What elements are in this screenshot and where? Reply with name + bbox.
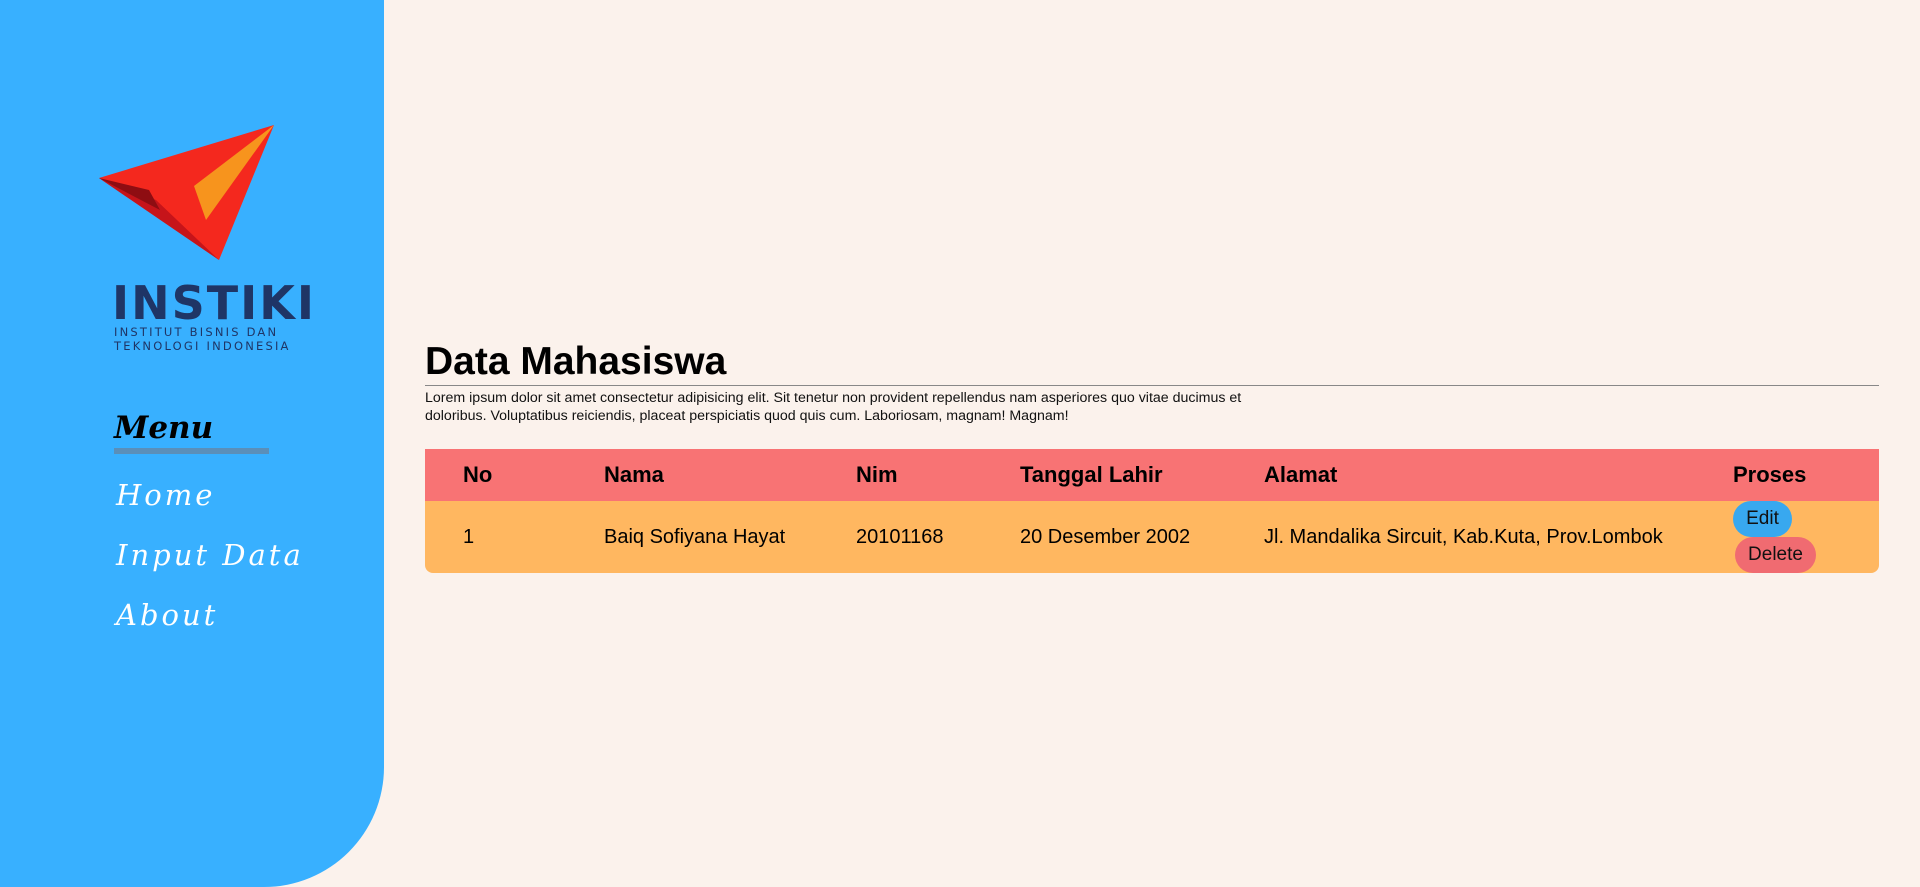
edit-button[interactable]: Edit <box>1733 501 1792 537</box>
cell-no: 1 <box>425 501 604 573</box>
menu-underline <box>114 448 269 454</box>
logo-subtitle-line2: TEKNOLOGI INDONESIA <box>114 339 291 353</box>
cell-alamat: Jl. Mandalika Sircuit, Kab.Kuta, Prov.Lo… <box>1264 501 1733 573</box>
instiki-logo: INSTIKI INSTITUT BISNIS DAN TEKNOLOGI IN… <box>94 120 314 360</box>
mahasiswa-table: No Nama Nim Tanggal Lahir Alamat Proses … <box>425 449 1879 573</box>
sidebar: INSTIKI INSTITUT BISNIS DAN TEKNOLOGI IN… <box>0 0 384 887</box>
title-divider <box>425 385 1879 386</box>
cell-tanggal-lahir: 20 Desember 2002 <box>1020 501 1264 573</box>
menu-heading: Menu <box>114 410 214 446</box>
cell-nim: 20101168 <box>856 501 1020 573</box>
logo-wordmark: INSTIKI <box>112 276 316 330</box>
logo-subtitle: INSTITUT BISNIS DAN TEKNOLOGI INDONESIA <box>114 325 304 353</box>
table-header-row: No Nama Nim Tanggal Lahir Alamat Proses <box>425 449 1879 501</box>
logo-subtitle-line1: INSTITUT BISNIS DAN <box>114 325 279 339</box>
page-title: Data Mahasiswa <box>425 340 727 383</box>
column-header-nama: Nama <box>604 449 856 501</box>
nav-item-home[interactable]: Home <box>116 478 215 512</box>
nav-item-about[interactable]: About <box>116 598 218 632</box>
column-header-nim: Nim <box>856 449 1020 501</box>
nav-item-input-data[interactable]: Input Data <box>116 538 304 572</box>
table-row: 1 Baiq Sofiyana Hayat 20101168 20 Desemb… <box>425 501 1879 573</box>
column-header-tanggal-lahir: Tanggal Lahir <box>1020 449 1264 501</box>
cell-proses: Edit Delete <box>1733 501 1879 573</box>
cell-nama: Baiq Sofiyana Hayat <box>604 501 856 573</box>
delete-button[interactable]: Delete <box>1735 537 1816 573</box>
column-header-no: No <box>425 449 604 501</box>
column-header-proses: Proses <box>1733 449 1879 501</box>
page-description: Lorem ipsum dolor sit amet consectetur a… <box>425 390 1242 424</box>
checkmark-bird-logo-icon <box>99 125 274 260</box>
column-header-alamat: Alamat <box>1264 449 1733 501</box>
